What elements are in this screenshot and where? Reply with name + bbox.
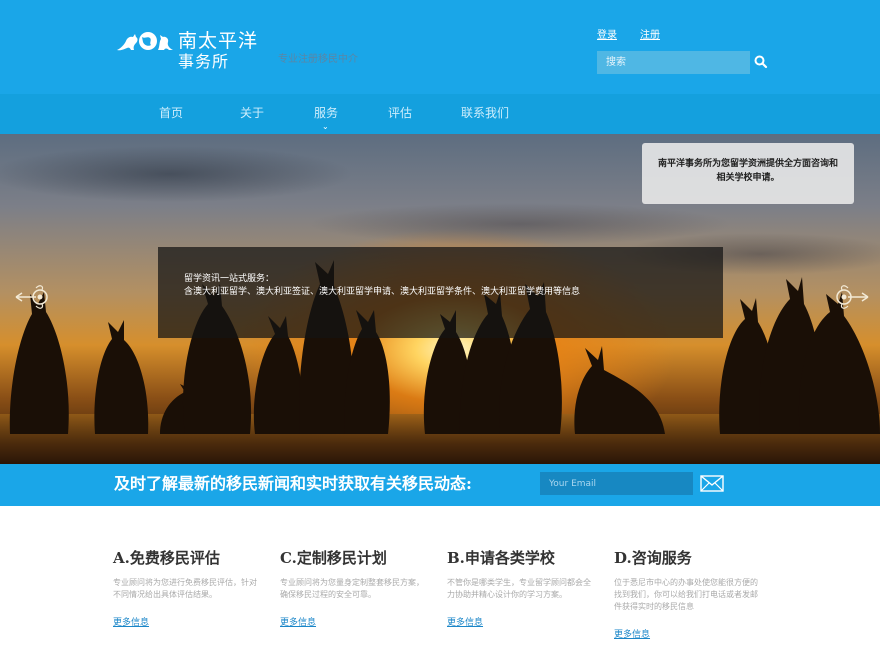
more-info-link[interactable]: 更多信息 bbox=[280, 618, 316, 628]
service-title: C.定制移民计划 bbox=[280, 549, 387, 567]
search-icon[interactable] bbox=[752, 53, 770, 71]
service-title: B.申请各类学校 bbox=[447, 549, 555, 567]
service-card-consulting: D.咨询服务 位于悉尼市中心的办事处使您能很方便的找到我们，你可以给我们打电话或… bbox=[614, 548, 764, 641]
service-title: D.咨询服务 bbox=[614, 549, 692, 567]
service-desc: 专业顾问将为您进行免费移民评估，针对不同情况给出具体评估结果。 bbox=[113, 578, 257, 599]
login-link[interactable]: 登录 bbox=[597, 26, 617, 41]
nav-item-assessment[interactable]: 评估 bbox=[388, 105, 412, 121]
brand-title: 南太平洋 bbox=[178, 30, 259, 52]
newsletter-bar: 及时了解最新的移民新闻和实时获取有关移民动态: bbox=[0, 464, 880, 506]
hero-slider: 南平洋事务所为您留学资洲提供全方面咨询和相关学校申请。 留学资讯一站式服务： 含… bbox=[0, 134, 880, 464]
main-nav: 首页 关于 服务 评估 联系我们 bbox=[0, 94, 880, 134]
nav-item-home[interactable]: 首页 bbox=[159, 105, 183, 121]
service-card-plan: C.定制移民计划 专业顾问将为您量身定制整套移民方案，确保移民过程的安全可靠。 … bbox=[280, 548, 430, 629]
email-input[interactable] bbox=[540, 472, 693, 495]
more-info-link[interactable]: 更多信息 bbox=[113, 618, 149, 628]
service-desc: 不管你是哪类学生，专业留学顾问都会全力协助并精心设计你的学习方案。 bbox=[447, 578, 591, 599]
service-desc: 专业顾问将为您量身定制整套移民方案，确保移民过程的安全可靠。 bbox=[280, 578, 424, 599]
envelope-icon[interactable] bbox=[700, 475, 724, 492]
more-info-link[interactable]: 更多信息 bbox=[614, 630, 650, 640]
brand-subtitle: 事务所 bbox=[178, 52, 230, 71]
service-desc: 位于悉尼市中心的办事处使您能很方便的找到我们，你可以给我们打电话或者发邮件获得实… bbox=[614, 578, 758, 611]
search-input[interactable] bbox=[597, 51, 750, 74]
caption-heading: 留学资讯一站式服务： bbox=[184, 274, 275, 284]
nav-item-services[interactable]: 服务 bbox=[314, 105, 338, 121]
nav-item-about[interactable]: 关于 bbox=[240, 105, 264, 121]
ornate-arrow-right-icon[interactable] bbox=[830, 282, 870, 312]
register-link[interactable]: 注册 bbox=[640, 26, 660, 41]
service-card-schools: B.申请各类学校 不管你是哪类学生，专业留学顾问都会全力协助并精心设计你的学习方… bbox=[447, 548, 597, 629]
hero-notice: 南平洋事务所为您留学资洲提供全方面咨询和相关学校申请。 bbox=[642, 143, 854, 204]
caption-text: 含澳大利亚留学、澳大利亚签证、澳大利亚留学申请、澳大利亚留学条件、澳大利亚留学费… bbox=[184, 287, 581, 297]
chevron-down-icon: ⌄ bbox=[322, 122, 329, 131]
kangaroo-globe-logo[interactable] bbox=[115, 28, 175, 54]
newsletter-text: 及时了解最新的移民新闻和实时获取有关移民动态: bbox=[114, 474, 472, 493]
brand-tagline: 专业注册移民中介 bbox=[278, 54, 358, 65]
service-card-assessment: A.免费移民评估 专业顾问将为您进行免费移民评估，针对不同情况给出具体评估结果。… bbox=[113, 548, 263, 629]
site-header: 南太平洋 事务所 专业注册移民中介 登录 注册 bbox=[0, 0, 880, 94]
service-title: A.免费移民评估 bbox=[113, 549, 220, 567]
hero-caption: 留学资讯一站式服务： 含澳大利亚留学、澳大利亚签证、澳大利亚留学申请、澳大利亚留… bbox=[158, 247, 723, 338]
nav-item-contact[interactable]: 联系我们 bbox=[461, 105, 509, 121]
more-info-link[interactable]: 更多信息 bbox=[447, 618, 483, 628]
ornate-arrow-left-icon[interactable] bbox=[14, 282, 54, 312]
